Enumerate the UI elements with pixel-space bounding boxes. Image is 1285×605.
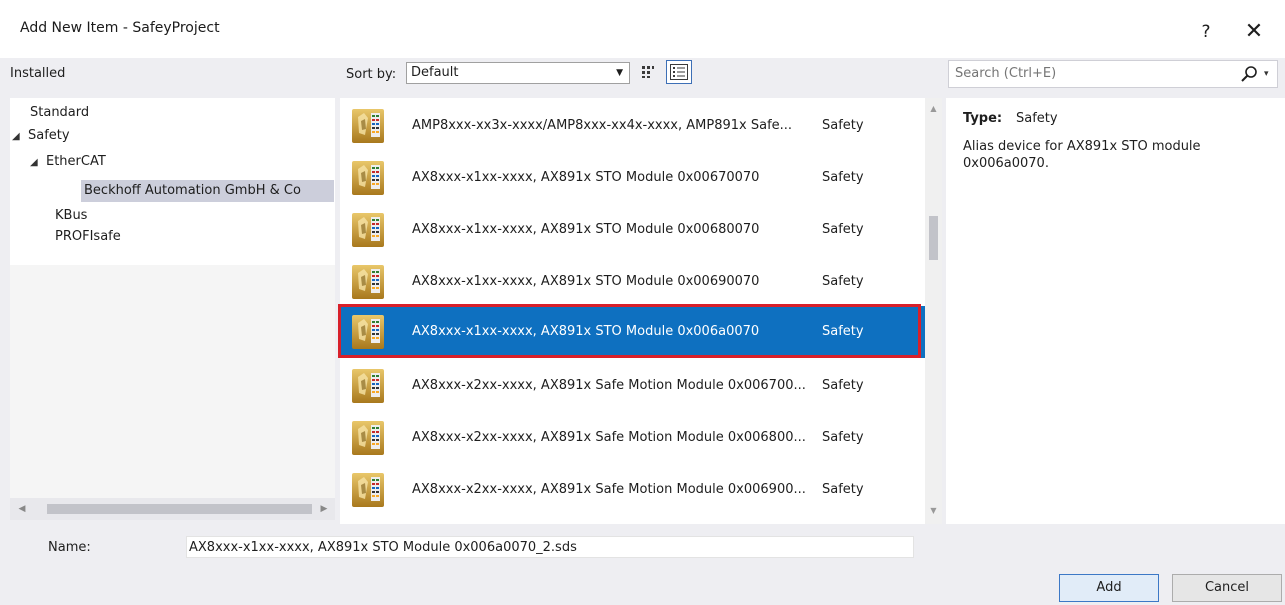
item-category: Safety (822, 482, 864, 497)
window-title: Add New Item - SafeyProject (20, 20, 220, 36)
item-category: Safety (822, 170, 864, 185)
sort-by-value: Default (411, 65, 459, 80)
item-name: AX8xxx-x2xx-xxxx, AX891x Safe Motion Mod… (412, 430, 806, 445)
item-name: AMP8xxx-xx3x-xxxx/AMP8xxx-xx4x-xxxx, AMP… (412, 118, 793, 133)
search-input[interactable] (955, 66, 1215, 81)
item-name: AX8xxx-x1xx-xxxx, AX891x STO Module 0x00… (412, 222, 760, 237)
expand-triangle-icon[interactable]: ◢ (30, 157, 46, 168)
type-label: Type: (963, 111, 1003, 126)
installed-header: Installed (10, 66, 66, 81)
tree-node-profisafe[interactable]: PROFIsafe (55, 229, 121, 244)
search-icon[interactable] (1238, 63, 1260, 85)
name-field[interactable]: AX8xxx-x1xx-xxxx, AX891x STO Module 0x00… (186, 536, 914, 558)
chevron-down-icon: ▼ (616, 68, 623, 78)
list-view-icon[interactable] (666, 60, 692, 84)
add-button[interactable]: Add (1059, 574, 1159, 602)
item-category: Safety (822, 378, 864, 393)
item-category: Safety (822, 274, 864, 289)
list-item[interactable]: AX8xxx-x2xx-xxxx, AX891x Safe Motion Mod… (340, 412, 925, 464)
scroll-right-icon[interactable]: ▶ (316, 500, 332, 518)
item-name: AX8xxx-x2xx-xxxx, AX891x Safe Motion Mod… (412, 482, 806, 497)
search-options-chevron-icon[interactable]: ▾ (1264, 69, 1269, 79)
close-button[interactable]: ✕ (1236, 14, 1272, 50)
tree-node-kbus[interactable]: KBus (55, 208, 87, 223)
name-label: Name: (48, 540, 91, 555)
sort-by-dropdown[interactable]: Default ▼ (406, 62, 630, 84)
scroll-left-icon[interactable]: ◀ (14, 500, 30, 518)
scroll-up-icon[interactable]: ▲ (925, 104, 942, 113)
item-category: Safety (822, 324, 864, 339)
item-name: AX8xxx-x1xx-xxxx, AX891x STO Module 0x00… (412, 274, 760, 289)
sort-by-label: Sort by: (346, 67, 397, 82)
safety-device-icon (352, 315, 384, 349)
list-vertical-scrollbar[interactable] (925, 98, 942, 524)
category-tree-empty-area (10, 265, 335, 498)
list-item[interactable]: AX8xxx-x1xx-xxxx, AX891x STO Module 0x00… (340, 256, 925, 308)
item-name: AX8xxx-x1xx-xxxx, AX891x STO Module 0x00… (412, 170, 760, 185)
safety-device-icon (352, 369, 384, 403)
list-item[interactable]: AMP8xxx-xx3x-xxxx/AMP8xxx-xx4x-xxxx, AMP… (340, 100, 925, 152)
scroll-down-icon[interactable]: ▼ (925, 506, 942, 515)
tree-node-label: KBus (55, 208, 88, 223)
list-item[interactable]: AX8xxx-x1xx-xxxx, AX891x STO Module 0x00… (340, 152, 925, 204)
tree-node-label: PROFIsafe (55, 229, 121, 244)
tree-node-beckhoff[interactable]: Beckhoff Automation GmbH & Co (84, 183, 301, 198)
item-name: AX8xxx-x2xx-xxxx, AX891x Safe Motion Mod… (412, 378, 806, 393)
list-scroll-thumb[interactable] (929, 216, 938, 260)
tree-node-label: Safety (28, 128, 70, 143)
tree-node-standard[interactable]: Standard (30, 105, 89, 120)
item-category: Safety (822, 222, 864, 237)
tree-node-label: Beckhoff Automation GmbH & Co (84, 183, 301, 198)
safety-device-icon (352, 213, 384, 247)
list-item[interactable]: AX8xxx-x2xx-xxxx, AX891x Safe Motion Mod… (340, 360, 925, 412)
item-category: Safety (822, 118, 864, 133)
tree-scroll-thumb[interactable] (47, 504, 312, 514)
list-item[interactable]: AX8xxx-x1xx-xxxx, AX891x STO Module 0x00… (340, 204, 925, 256)
safety-device-icon (352, 265, 384, 299)
tree-node-label: Standard (30, 105, 90, 120)
list-item[interactable]: AX8xxx-x2xx-xxxx, AX891x Safe Motion Mod… (340, 464, 925, 516)
tree-node-ethercat[interactable]: ◢ EtherCAT (30, 154, 106, 169)
item-description: Alias device for AX891x STO module 0x006… (963, 139, 1201, 171)
safety-device-icon (352, 109, 384, 143)
list-item-partial[interactable] (340, 516, 925, 524)
template-list: AMP8xxx-xx3x-xxxx/AMP8xxx-xx4x-xxxx, AMP… (340, 98, 925, 524)
safety-device-icon (352, 161, 384, 195)
expand-triangle-icon[interactable]: ◢ (12, 131, 28, 142)
item-category: Safety (822, 430, 864, 445)
safety-device-icon (352, 421, 384, 455)
list-item-selected[interactable]: AX8xxx-x1xx-xxxx, AX891x STO Module 0x00… (340, 306, 925, 358)
safety-device-icon (352, 473, 384, 507)
help-button[interactable]: ? (1188, 14, 1224, 50)
type-value: Safety (1016, 111, 1058, 126)
cancel-button[interactable]: Cancel (1172, 574, 1282, 602)
tree-node-safety[interactable]: ◢ Safety (12, 128, 70, 143)
item-name: AX8xxx-x1xx-xxxx, AX891x STO Module 0x00… (412, 324, 760, 339)
tree-node-label: EtherCAT (46, 154, 106, 169)
grid-view-icon[interactable] (637, 61, 659, 83)
